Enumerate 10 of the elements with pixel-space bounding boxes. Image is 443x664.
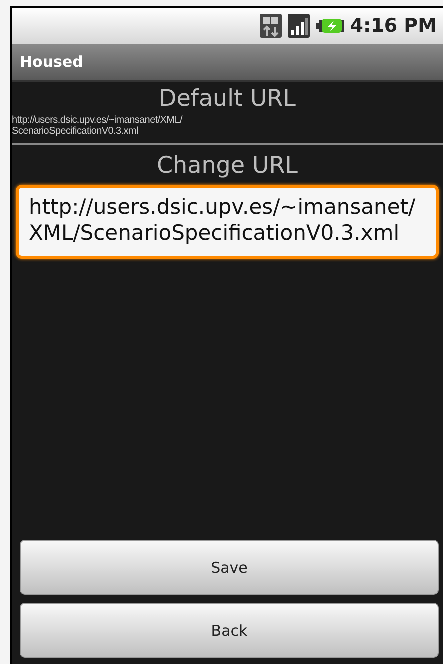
url-input-field[interactable]: http://users.dsic.upv.es/~imansanet/XML/ScenarioSpecificationV0.3.xml [16,185,439,259]
status-time: 4:16 PM [350,15,437,37]
default-url: http://users.dsic.upv.es/~imansanet/XML/ScenarioSpecificationV0.3.xml [12,115,184,137]
back-button[interactable]: Back [20,603,439,658]
app-title: Housed [20,53,84,71]
section-heading: Change URL [156,153,299,179]
network-icon [260,14,282,38]
signal-icon [288,14,310,38]
save-button[interactable]: Save [20,540,439,595]
section-heading: Default URL [158,86,297,112]
